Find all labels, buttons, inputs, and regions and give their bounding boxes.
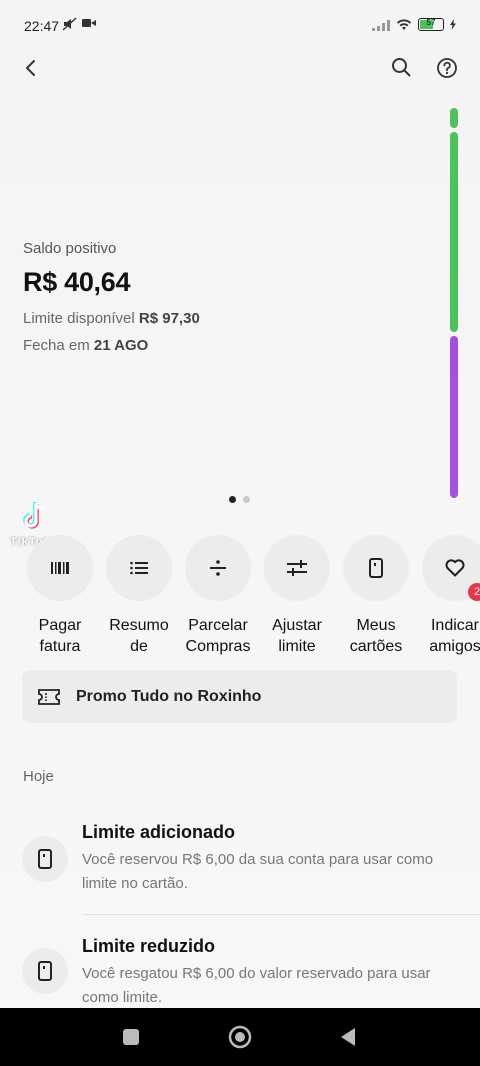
- action-label: Meus cartões: [349, 617, 403, 655]
- action-meus-cartoes[interactable]: Meus cartões: [336, 535, 416, 657]
- feed-item-title: Limite reduzido: [82, 936, 216, 956]
- battery-icon: 57: [418, 18, 444, 31]
- action-label: Ajustar limite: [272, 617, 322, 655]
- search-button[interactable]: [385, 51, 417, 83]
- notification-badge: 2: [468, 583, 480, 601]
- ticket-icon: [38, 688, 60, 705]
- limit-reserved-segment: [450, 336, 458, 499]
- signal-icon: [372, 19, 390, 31]
- action-circle: [106, 535, 172, 601]
- card-icon: [38, 961, 52, 981]
- square-icon: [123, 1029, 139, 1045]
- balance-section: Saldo positivo R$ 40,64 Limite disponíve…: [23, 240, 200, 354]
- available-limit-value: R$ 97,30: [138, 310, 200, 327]
- action-resumo[interactable]: Resumo de: [99, 535, 179, 657]
- feed-divider: [82, 914, 480, 915]
- action-circle: [185, 535, 251, 601]
- action-ajustar-limite[interactable]: Ajustar limite: [257, 535, 337, 657]
- wifi-icon: [397, 18, 411, 30]
- action-label: Parcelar Compras: [185, 617, 251, 655]
- action-label: Resumo de: [109, 617, 169, 655]
- back-nav-button[interactable]: [333, 1022, 363, 1052]
- recent-apps-button[interactable]: [116, 1022, 146, 1052]
- chevron-left-icon: [26, 60, 35, 76]
- battery-level: 57: [426, 18, 436, 27]
- video-icon: [82, 19, 96, 27]
- status-right: 57: [372, 18, 456, 31]
- status-notification-icons: [62, 17, 96, 31]
- limit-available-segment: [450, 132, 458, 333]
- action-circle: [264, 535, 330, 601]
- carousel-dot-1[interactable]: [229, 496, 236, 503]
- feed-item-icon: [22, 836, 68, 882]
- tiktok-logo-icon: [23, 502, 45, 529]
- feed-item-description: Você resgatou R$ 6,00 do valor reservado…: [82, 965, 431, 1006]
- feed-item-title: Limite adicionado: [82, 822, 236, 842]
- system-nav-bar: [0, 1008, 480, 1066]
- sliders-icon: [287, 560, 307, 576]
- promo-text: Promo Tudo no Roxinho: [76, 687, 262, 705]
- action-circle: [27, 535, 93, 601]
- feed-item-description: Você reservou R$ 6,00 da sua conta para …: [82, 851, 434, 892]
- status-time: 22:47: [24, 18, 60, 34]
- triangle-back-icon: [341, 1028, 355, 1046]
- card-icon: [369, 558, 383, 578]
- status-bar: 22:47 57: [0, 0, 480, 52]
- action-circle: [343, 535, 409, 601]
- card-icon: [38, 849, 52, 869]
- limit-used-segment: [450, 108, 458, 128]
- list-icon: [130, 561, 148, 575]
- closing-date: Fecha em 21 AGO: [23, 337, 200, 354]
- mute-icon: [62, 17, 77, 31]
- carousel-dots: [229, 496, 250, 503]
- action-pagar-fatura[interactable]: Pagar fatura: [20, 535, 100, 657]
- balance-amount: R$ 40,64: [23, 267, 131, 297]
- help-button[interactable]: [431, 52, 463, 84]
- promo-card[interactable]: Promo Tudo no Roxinho: [22, 670, 457, 723]
- balance-label: Saldo positivo: [23, 240, 117, 257]
- top-app-bar: [0, 48, 480, 88]
- closing-date-label: Fecha em: [23, 337, 90, 354]
- home-circle-icon: [228, 1025, 252, 1049]
- help-icon: [437, 58, 457, 78]
- available-limit-label: Limite disponível: [23, 310, 135, 327]
- feed-item-limite-adicionado[interactable]: Limite adicionado Você reservou R$ 6,00 …: [0, 820, 480, 915]
- home-button[interactable]: [225, 1022, 255, 1052]
- action-parcelar-compras[interactable]: Parcelar Compras: [178, 535, 258, 657]
- available-limit: Limite disponível R$ 97,30: [23, 310, 200, 327]
- screen: 22:47 57 Saldo positivo R$ 40,64 Limite …: [0, 0, 480, 1066]
- action-label: Indicar amigos: [429, 617, 480, 655]
- charging-icon: [450, 19, 456, 30]
- feed-item-icon: [22, 948, 68, 994]
- divide-icon: [210, 560, 226, 576]
- closing-date-value: 21 AGO: [93, 337, 149, 354]
- actions-row: Pagar fatura Resumo de Parcelar Compras Aju…: [0, 535, 480, 665]
- carousel-dot-2[interactable]: [243, 496, 250, 503]
- feed-section-title: Hoje: [23, 768, 54, 785]
- action-label: Pagar fatura: [38, 617, 82, 655]
- barcode-icon: [51, 562, 69, 574]
- back-button[interactable]: [14, 52, 46, 84]
- search-icon: [392, 58, 411, 77]
- heart-icon: [445, 559, 465, 577]
- feed-item-limite-reduzido[interactable]: Limite reduzido Você resgatou R$ 6,00 do…: [0, 934, 480, 1008]
